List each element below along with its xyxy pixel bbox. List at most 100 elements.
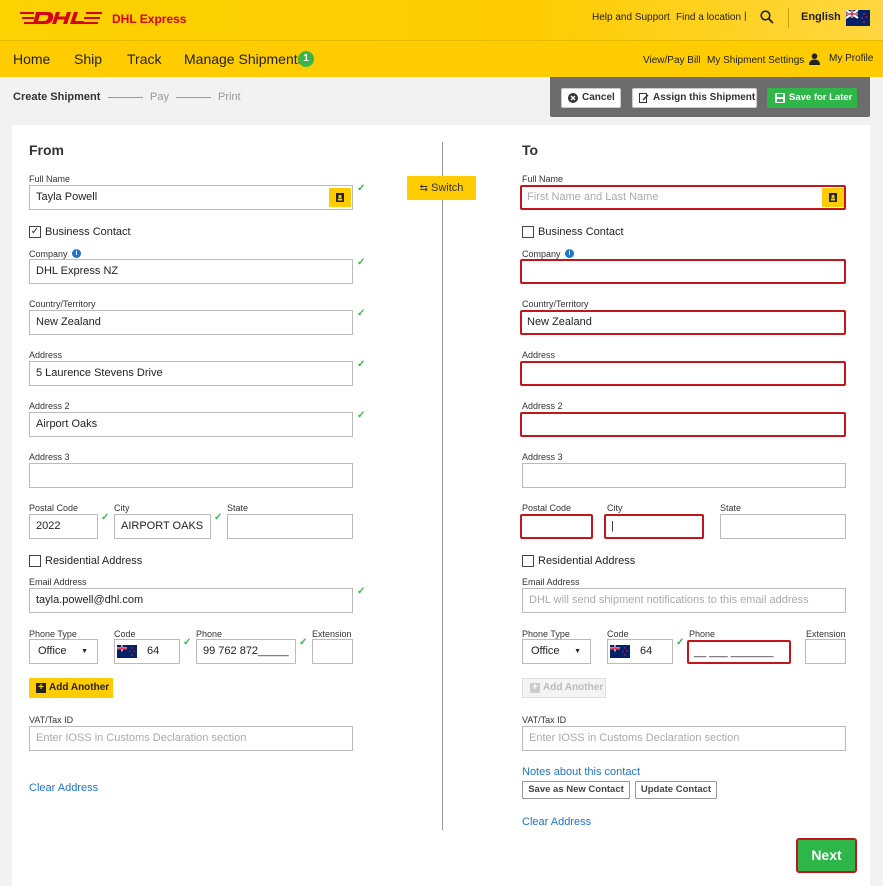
new-zealand-flag-icon[interactable]: [846, 10, 870, 26]
nav-track[interactable]: Track: [127, 51, 161, 67]
step-create-shipment: Create Shipment: [13, 91, 101, 103]
edit-document-icon: [639, 93, 649, 103]
to-address2-label: Address 2: [522, 401, 563, 411]
to-country-input[interactable]: New Zealand: [520, 310, 846, 335]
to-residential-label: Residential Address: [538, 555, 636, 567]
cancel-button[interactable]: Cancel: [561, 88, 621, 108]
from-address2-label: Address 2: [29, 401, 70, 411]
to-phone-label: Phone: [689, 629, 716, 639]
language-selector[interactable]: English: [801, 11, 841, 23]
nav-home[interactable]: Home: [13, 51, 50, 67]
to-postal-code-input[interactable]: [520, 514, 593, 539]
to-address2-input[interactable]: [520, 412, 846, 437]
save-new-contact-button[interactable]: Save as New Contact: [522, 781, 630, 799]
to-address-input[interactable]: [520, 361, 846, 386]
to-full-name-input[interactable]: First Name and Last Name: [520, 185, 846, 210]
to-phone-type-value: Office: [531, 645, 560, 657]
from-address3-input[interactable]: [29, 463, 353, 488]
to-company-label: Company: [522, 249, 561, 259]
step-print: Print: [218, 91, 241, 103]
from-company-valid-icon: ✓: [357, 257, 366, 268]
my-profile-link[interactable]: My Profile: [829, 53, 873, 64]
to-title: To: [522, 142, 539, 158]
to-full-name-label: Full Name: [522, 174, 564, 184]
from-extension-label: Extension: [312, 629, 352, 639]
to-business-contact-checkbox[interactable]: [522, 226, 534, 238]
to-address3-label: Address 3: [522, 452, 563, 462]
assign-shipment-button[interactable]: Assign this Shipment: [632, 88, 757, 108]
save-later-label: Save for Later: [789, 92, 853, 103]
from-city-input[interactable]: AIRPORT OAKS: [114, 514, 211, 539]
new-zealand-flag-icon: [117, 645, 137, 658]
from-vat-input[interactable]: Enter IOSS in Customs Declaration sectio…: [29, 726, 353, 751]
from-phone-type-value: Office: [38, 645, 67, 657]
to-extension-input[interactable]: [805, 639, 846, 664]
to-address-book-button[interactable]: [822, 188, 844, 207]
assign-label: Assign this Shipment: [653, 92, 756, 103]
to-email-input[interactable]: DHL will send shipment notifications to …: [522, 588, 846, 613]
notes-about-contact-link[interactable]: Notes about this contact: [522, 766, 640, 778]
from-address-label: Address: [29, 350, 63, 360]
find-location-link[interactable]: Find a location: [676, 12, 741, 23]
from-country-input[interactable]: New Zealand: [29, 310, 353, 335]
from-phone-type-select[interactable]: Office ▼: [29, 639, 98, 664]
from-address3-label: Address 3: [29, 452, 70, 462]
to-phone-type-select[interactable]: Office ▼: [522, 639, 591, 664]
view-pay-bill-link[interactable]: View/Pay Bill: [643, 55, 701, 66]
from-phone-input[interactable]: 99 762 872_____: [196, 639, 296, 664]
next-button[interactable]: Next: [796, 838, 857, 873]
user-icon[interactable]: [809, 53, 820, 65]
from-company-input[interactable]: DHL Express NZ: [29, 259, 353, 284]
from-full-name-input[interactable]: Tayla Powell: [29, 185, 353, 210]
to-address3-input[interactable]: [522, 463, 846, 488]
to-address-label: Address: [522, 350, 556, 360]
from-add-another-button[interactable]: + Add Another: [29, 678, 113, 698]
to-add-another-button[interactable]: + Add Another: [522, 678, 606, 698]
to-residential-checkbox[interactable]: [522, 555, 534, 567]
from-extension-input[interactable]: [312, 639, 353, 664]
from-clear-address-link[interactable]: Clear Address: [29, 782, 98, 794]
from-business-contact-checkbox[interactable]: ✓: [29, 226, 41, 238]
to-email-label: Email Address: [522, 577, 580, 587]
from-business-contact-label: Business Contact: [45, 226, 131, 238]
from-email-input[interactable]: tayla.powell@dhl.com: [29, 588, 353, 613]
from-state-input[interactable]: [227, 514, 353, 539]
to-state-input[interactable]: [720, 514, 846, 539]
info-icon[interactable]: i: [565, 249, 574, 258]
from-address2-input[interactable]: Airport Oaks: [29, 412, 353, 437]
update-contact-button[interactable]: Update Contact: [635, 781, 717, 799]
help-support-link[interactable]: Help and Support: [592, 12, 670, 23]
search-icon[interactable]: [760, 10, 774, 24]
from-address2-valid-icon: ✓: [357, 410, 366, 421]
to-vat-input[interactable]: Enter IOSS in Customs Declaration sectio…: [522, 726, 846, 751]
to-company-input[interactable]: [520, 259, 846, 284]
plus-icon: +: [36, 683, 46, 693]
column-divider: [442, 142, 443, 830]
to-clear-address-link[interactable]: Clear Address: [522, 816, 591, 828]
caret-down-icon: ▼: [81, 648, 88, 655]
from-residential-checkbox[interactable]: [29, 555, 41, 567]
from-email-valid-icon: ✓: [357, 586, 366, 597]
dhl-logo[interactable]: [20, 9, 102, 27]
from-address-book-button[interactable]: [329, 188, 351, 207]
nav-ship[interactable]: Ship: [74, 51, 102, 67]
nav-manage-shipments[interactable]: Manage Shipments: [184, 51, 305, 67]
save-for-later-button[interactable]: Save for Later: [767, 88, 857, 108]
brand-name: DHL Express: [112, 12, 187, 26]
to-city-label: City: [607, 503, 623, 513]
switch-button[interactable]: ⇆ Switch: [407, 176, 476, 200]
step-pay: Pay: [150, 91, 169, 103]
shipment-settings-link[interactable]: My Shipment Settings: [707, 55, 804, 66]
from-state-label: State: [227, 503, 249, 513]
info-icon[interactable]: i: [72, 249, 81, 258]
to-city-input[interactable]: |: [604, 514, 704, 539]
from-address-input[interactable]: 5 Laurence Stevens Drive: [29, 361, 353, 386]
from-postal-code-input[interactable]: 2022: [29, 514, 98, 539]
from-address-valid-icon: ✓: [357, 359, 366, 370]
step-connector: [176, 97, 211, 98]
address-book-icon: [829, 193, 837, 202]
to-phone-input[interactable]: __ ___ _______: [687, 640, 791, 664]
from-title: From: [29, 142, 64, 158]
header-divider: [788, 8, 789, 28]
new-zealand-flag-icon: [610, 645, 630, 658]
